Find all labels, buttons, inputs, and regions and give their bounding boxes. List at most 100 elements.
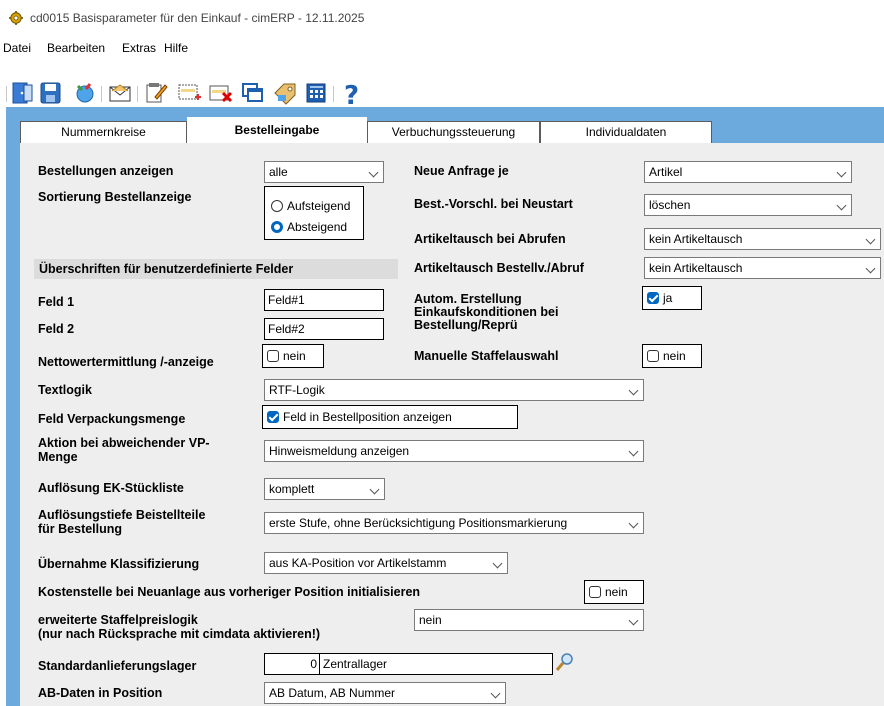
lager-number-input[interactable]: 0 — [264, 653, 320, 675]
chevron-down-icon — [490, 688, 501, 699]
feld2-input[interactable]: Feld#2 — [264, 318, 384, 340]
chevron-down-icon — [865, 234, 876, 245]
lager-name-field[interactable]: Zentrallager — [319, 653, 553, 675]
klassifizierung-select[interactable]: aus KA-Position vor Artikelstamm — [264, 552, 508, 574]
label-nettowert: Nettowertermittlung /-anzeige — [38, 355, 214, 369]
label-absteigend: Absteigend — [287, 220, 348, 234]
chevron-down-icon — [836, 167, 847, 178]
checkbox-icon — [647, 350, 659, 362]
label-manuelle-staffel: Manuelle Staffelauswahl — [414, 349, 559, 363]
staffelpreis-select[interactable]: nein — [414, 609, 644, 631]
artikeltausch-bestellv-value: kein Artikeltausch — [649, 261, 743, 275]
label-aufsteigend: Aufsteigend — [287, 199, 351, 213]
radio-aufsteigend[interactable] — [271, 200, 283, 212]
kostenstelle-text: nein — [605, 585, 628, 599]
chevron-down-icon — [628, 446, 639, 457]
menu-hilfe[interactable]: Hilfe — [164, 41, 188, 55]
feld1-input[interactable]: Feld#1 — [264, 289, 384, 311]
neue-anfrage-value: Artikel — [649, 165, 683, 179]
klassifizierung-value: aus KA-Position vor Artikelstamm — [269, 556, 447, 570]
chevron-down-icon — [865, 263, 876, 274]
aktion-vp-select[interactable]: Hinweismeldung anzeigen — [264, 440, 644, 462]
edit-document-icon[interactable] — [143, 81, 169, 105]
label-artikeltausch-bestellv: Artikeltausch Bestellv./Abruf — [414, 261, 584, 275]
help-icon[interactable]: ? — [339, 81, 365, 105]
checkbox-checked-icon — [647, 292, 659, 304]
bestellungen-anzeigen-select[interactable]: alle — [264, 161, 384, 183]
label-sortierung: Sortierung Bestellanzeige — [38, 190, 192, 204]
best-vorschl-value: löschen — [649, 198, 691, 212]
delete-row-icon[interactable] — [207, 81, 233, 105]
aktion-vp-value: Hinweismeldung anzeigen — [269, 444, 410, 458]
menu-datei[interactable]: Datei — [3, 41, 31, 55]
checkbox-icon — [589, 586, 601, 598]
label-textlogik: Textlogik — [38, 383, 92, 397]
toolbar: ? — [0, 59, 884, 107]
menu-bearbeiten[interactable]: Bearbeiten — [47, 41, 105, 55]
label-best-vorschl: Best.-Vorschl. bei Neustart — [414, 197, 573, 211]
label-feld1: Feld 1 — [38, 295, 75, 309]
menu-extras[interactable]: Extras — [122, 41, 156, 55]
chevron-down-icon — [628, 615, 639, 626]
label-artikeltausch-abrufen: Artikeltausch bei Abrufen — [414, 232, 566, 246]
aufloesung-ek-select[interactable]: komplett — [264, 478, 385, 500]
aufloesungstiefe-value: erste Stufe, ohne Berücksichtigung Posit… — [269, 516, 568, 530]
label-kostenstelle: Kostenstelle bei Neuanlage aus vorherige… — [38, 585, 421, 599]
manuelle-staffel-text: nein — [663, 349, 686, 363]
radio-absteigend[interactable] — [271, 221, 283, 233]
ab-daten-select[interactable]: AB Datum, AB Nummer — [264, 682, 506, 704]
new-row-icon[interactable] — [176, 81, 202, 105]
chevron-down-icon — [492, 558, 503, 569]
tab-bestelleingabe[interactable]: Bestelleingabe — [187, 117, 367, 144]
save-icon[interactable] — [38, 81, 64, 105]
aufloesung-ek-value: komplett — [269, 482, 315, 496]
search-icon[interactable] — [555, 652, 575, 672]
tab-individualdaten[interactable]: Individualdaten — [540, 121, 712, 143]
label-bestellungen-anzeigen: Bestellungen anzeigen — [38, 164, 174, 178]
exit-door-icon[interactable] — [10, 81, 36, 105]
chevron-down-icon — [368, 167, 379, 178]
mail-icon[interactable] — [107, 81, 133, 105]
verpackung-checkbox[interactable]: Feld in Bestellposition anzeigen — [262, 405, 518, 429]
nettowert-text: nein — [283, 349, 306, 363]
label-aufloesung-ek: Auflösung EK-Stückliste — [38, 481, 184, 495]
label-ab-daten: AB-Daten in Position — [38, 686, 163, 700]
manuelle-staffel-checkbox[interactable]: nein — [642, 344, 702, 368]
label-aktion-vp-1: Aktion bei abweichender VP- — [38, 436, 210, 450]
textlogik-select[interactable]: RTF-Logik — [264, 379, 644, 401]
chevron-down-icon — [628, 385, 639, 396]
staffelpreis-value: nein — [419, 613, 442, 627]
menu-bar: Datei Bearbeiten Extras Hilfe — [0, 37, 884, 59]
verpackung-text: Feld in Bestellposition anzeigen — [283, 410, 452, 424]
chevron-down-icon — [369, 484, 380, 495]
tag-icon[interactable] — [272, 81, 298, 105]
best-vorschl-select[interactable]: löschen — [644, 194, 852, 216]
artikeltausch-abrufen-select[interactable]: kein Artikeltausch — [644, 228, 881, 250]
chevron-down-icon — [836, 200, 847, 211]
copy-window-icon[interactable] — [240, 81, 266, 105]
title-bar: cd0015 Basisparameter für den Einkauf - … — [0, 0, 884, 37]
artikeltausch-abrufen-value: kein Artikeltausch — [649, 232, 743, 246]
label-autom-erstellung-3: Bestellung/Reprü — [414, 318, 518, 332]
tab-verbuchungssteuerung[interactable]: Verbuchungssteuerung — [367, 121, 540, 143]
chevron-down-icon — [628, 518, 639, 529]
gear-app-icon — [9, 11, 23, 25]
label-staffelpreis-2: (nur nach Rücksprache mit cimdata aktivi… — [38, 627, 321, 641]
label-staffelpreis-1: erweiterte Staffelpreislogik — [38, 613, 198, 627]
checkbox-checked-icon — [267, 411, 279, 423]
label-autom-erstellung-1: Autom. Erstellung — [414, 292, 522, 306]
label-klassifizierung: Übernahme Klassifizierung — [38, 557, 200, 571]
aufloesungstiefe-select[interactable]: erste Stufe, ohne Berücksichtigung Posit… — [264, 512, 644, 534]
neue-anfrage-select[interactable]: Artikel — [644, 161, 852, 183]
tab-nummernkreise[interactable]: Nummernkreise — [20, 121, 187, 143]
section-header-benutzerfelder: Überschriften für benutzerdefinierte Fel… — [34, 259, 398, 279]
autom-erstellung-checkbox[interactable]: ja — [642, 286, 702, 310]
label-aktion-vp-2: Menge — [38, 450, 78, 464]
refresh-icon[interactable] — [72, 81, 98, 105]
svg-text:?: ? — [344, 81, 359, 105]
ab-daten-value: AB Datum, AB Nummer — [269, 686, 396, 700]
kostenstelle-checkbox[interactable]: nein — [584, 580, 644, 604]
artikeltausch-bestellv-select[interactable]: kein Artikeltausch — [644, 257, 881, 279]
calculator-icon[interactable] — [303, 81, 329, 105]
nettowert-checkbox[interactable]: nein — [262, 344, 324, 368]
